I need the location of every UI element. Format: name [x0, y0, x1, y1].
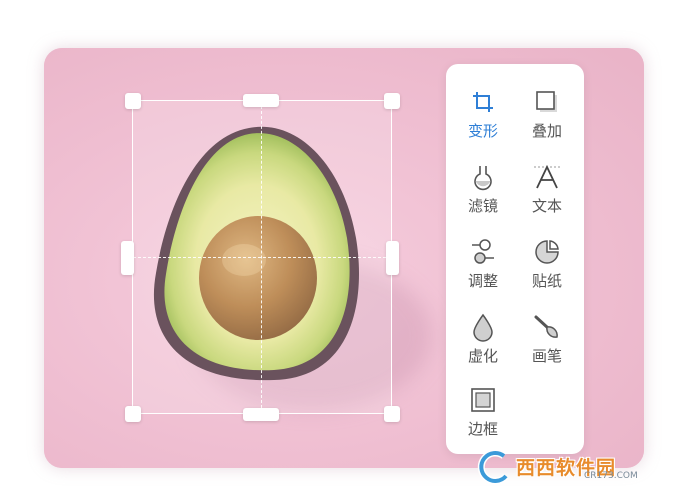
drop-icon	[467, 311, 499, 343]
frame-icon	[467, 384, 499, 416]
tool-blur[interactable]: 虚化	[452, 307, 514, 377]
brush-icon	[531, 311, 563, 343]
crop-handle-bottom-right[interactable]	[384, 406, 400, 422]
tool-label: 边框	[467, 420, 498, 438]
tool-sticker[interactable]: 贴纸	[516, 232, 578, 302]
crop-frame[interactable]	[132, 100, 392, 414]
tool-label: 虚化	[467, 347, 498, 365]
tool-label: 叠加	[531, 122, 562, 140]
tool-panel: 变形 叠加 滤镜 文本 调整 贴纸 虚化 画笔 边框	[446, 64, 584, 454]
sticker-icon	[531, 236, 563, 268]
tool-label: 变形	[467, 122, 498, 140]
site-watermark: 西西软件园 CR173.COM	[474, 447, 660, 485]
tool-overlay[interactable]: 叠加	[516, 82, 578, 152]
adjust-icon	[467, 236, 499, 268]
tool-filter[interactable]: 滤镜	[452, 157, 514, 227]
tool-transform[interactable]: 变形	[452, 82, 514, 152]
tool-border[interactable]: 边框	[452, 380, 514, 450]
crop-handle-bottom-left[interactable]	[125, 406, 141, 422]
tool-adjust[interactable]: 调整	[452, 232, 514, 302]
tool-label: 贴纸	[531, 272, 562, 290]
tool-text[interactable]: 文本	[516, 157, 578, 227]
crop-handle-top-left[interactable]	[125, 93, 141, 109]
crop-handle-bottom[interactable]	[243, 408, 279, 421]
tool-brush[interactable]: 画笔	[516, 307, 578, 377]
crop-guide-horizontal	[133, 257, 391, 258]
crop-handle-top-right[interactable]	[384, 93, 400, 109]
crop-handle-right[interactable]	[386, 241, 399, 275]
tool-label: 滤镜	[467, 197, 498, 215]
watermark-subtext: CR173.COM	[584, 471, 638, 481]
crop-handle-top[interactable]	[243, 94, 279, 107]
tool-label: 文本	[531, 197, 562, 215]
text-icon	[531, 161, 563, 193]
crop-icon	[467, 86, 499, 118]
overlay-icon	[531, 86, 563, 118]
watermark-logo-icon	[477, 449, 509, 484]
tool-label: 画笔	[531, 347, 562, 365]
tool-label: 调整	[467, 272, 498, 290]
flask-icon	[467, 161, 499, 193]
crop-handle-left[interactable]	[121, 241, 134, 275]
